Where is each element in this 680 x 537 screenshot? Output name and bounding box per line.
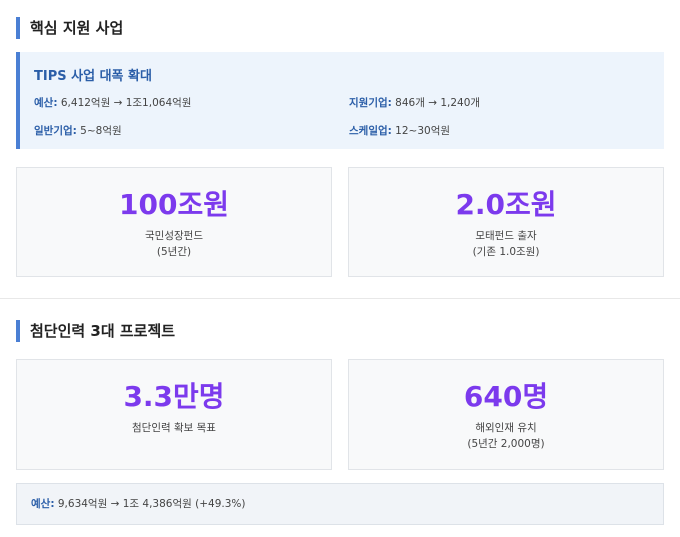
section-title-core-support: 핵심 지원 사업 bbox=[16, 17, 123, 39]
stat-value: 640명 bbox=[463, 380, 549, 413]
stat-label: 모태펀드 출자 bbox=[475, 230, 537, 242]
tips-companies: 지원기업: 846개 → 1,240개 bbox=[349, 95, 480, 110]
stat-value: 100조원 bbox=[119, 188, 229, 221]
tips-scaleup-value: 12~30억원 bbox=[391, 125, 451, 137]
stat-value: 3.3만명 bbox=[123, 380, 225, 413]
tips-budget: 예산: 6,412억원 → 1조1,064억원 bbox=[34, 95, 191, 110]
stat-sub: (5년간 2,000명) bbox=[467, 438, 545, 450]
tips-general: 일반기업: 5~8억원 bbox=[34, 123, 122, 138]
tips-scaleup: 스케일업: 12~30억원 bbox=[349, 123, 450, 138]
tips-general-key: 일반기업: bbox=[34, 125, 77, 137]
stat-card-talent-target: 3.3만명 첨단인력 확보 목표 bbox=[16, 359, 332, 470]
stat-value: 2.0조원 bbox=[455, 188, 557, 221]
stat-sub: (5년간) bbox=[156, 246, 192, 258]
stat-card-growth-fund: 100조원 국민성장펀드 (5년간) bbox=[16, 167, 332, 277]
stat-label: 국민성장펀드 bbox=[145, 230, 203, 242]
tips-budget-key: 예산: bbox=[34, 97, 58, 109]
tips-info-box: TIPS 사업 대폭 확대 예산: 6,412억원 → 1조1,064억원 지원… bbox=[16, 52, 664, 149]
tips-general-value: 5~8억원 bbox=[76, 125, 122, 137]
talent-budget-box: 예산: 9,634억원 → 1조 4,386억원 (+49.3%) bbox=[16, 483, 664, 525]
stat-label: 첨단인력 확보 목표 bbox=[132, 422, 216, 434]
stat-sub: (기존 1.0조원) bbox=[472, 246, 540, 258]
tips-title: TIPS 사업 대폭 확대 bbox=[34, 69, 152, 84]
section-divider bbox=[0, 298, 680, 299]
tips-budget-value: 6,412억원 → 1조1,064억원 bbox=[57, 97, 192, 109]
stat-card-overseas-talent: 640명 해외인재 유치 (5년간 2,000명) bbox=[348, 359, 664, 470]
section-title-talent-project: 첨단인력 3대 프로젝트 bbox=[16, 320, 175, 342]
tips-companies-value: 846개 → 1,240개 bbox=[391, 97, 481, 109]
stat-label: 해외인재 유치 bbox=[475, 422, 537, 434]
tips-scaleup-key: 스케일업: bbox=[349, 125, 392, 137]
stat-card-fund-of-funds: 2.0조원 모태펀드 출자 (기존 1.0조원) bbox=[348, 167, 664, 277]
budget-key: 예산: bbox=[31, 498, 55, 510]
tips-companies-key: 지원기업: bbox=[349, 97, 392, 109]
budget-value: 9,634억원 → 1조 4,386억원 (+49.3%) bbox=[54, 498, 246, 510]
